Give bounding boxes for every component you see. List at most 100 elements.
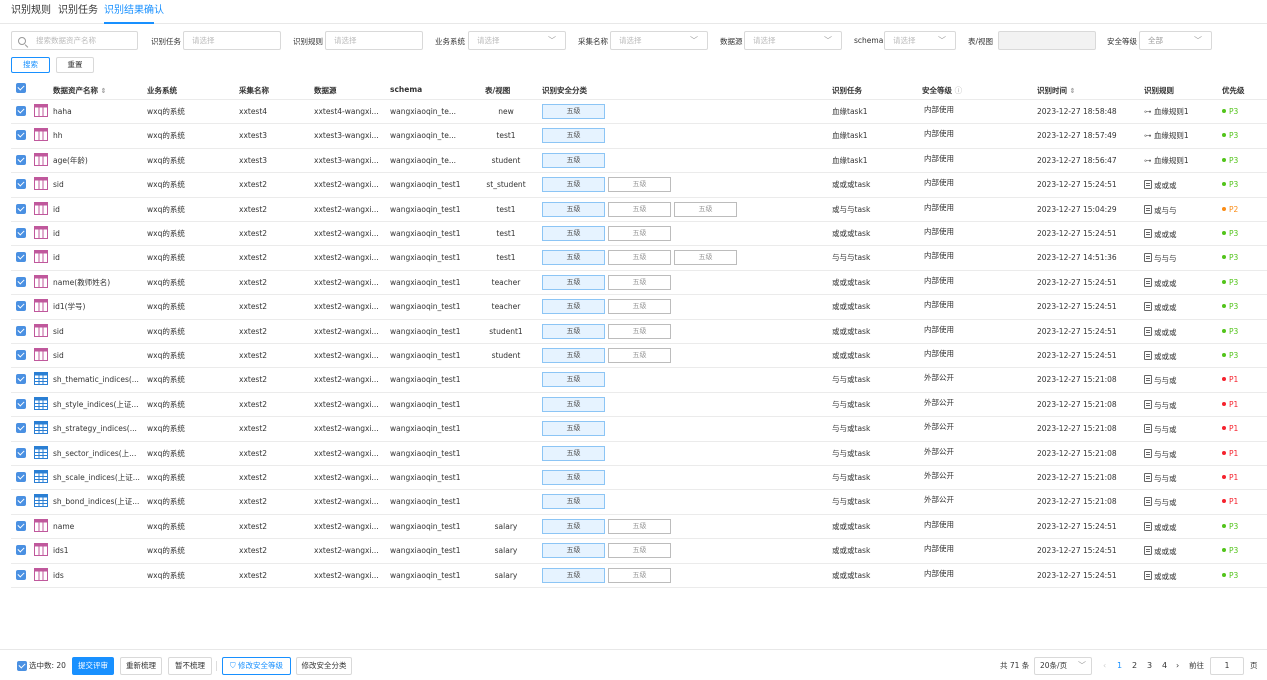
goto-page-input[interactable]: 1 [1210, 657, 1244, 675]
asset-name[interactable]: haha [53, 107, 72, 117]
row-checkbox[interactable] [16, 398, 26, 409]
table-row[interactable]: sh_scale_indices(上证... wxq的系统 xxtest2 xxtes… [11, 466, 1267, 491]
asset-name[interactable]: age(年龄) [53, 156, 88, 166]
asset-name[interactable]: sh_strategy_indices(... [53, 424, 137, 434]
category-tag[interactable]: 五级 [542, 177, 605, 193]
category-tag[interactable]: 五级 [608, 518, 671, 534]
security-level[interactable]: 内部使用 [924, 300, 954, 310]
row-checkbox[interactable] [16, 472, 26, 482]
table-row[interactable]: id wxq的系统 xxtest2 xxtest2-wangxi... wangxiao… [11, 198, 1267, 222]
row-checkbox[interactable] [16, 203, 26, 214]
rule-cell[interactable]: 与与或 [1144, 399, 1177, 411]
asset-name[interactable]: sh_scale_indices(上证... [53, 473, 140, 483]
rule-cell[interactable]: ⊶ 血缘规则1 [1144, 156, 1189, 166]
view-input[interactable] [998, 31, 1096, 50]
rule-cell[interactable]: 或或或 [1144, 351, 1177, 362]
sort-icon[interactable]: ⇕ [101, 87, 107, 95]
select-all-checkbox[interactable] [16, 83, 26, 93]
row-checkbox[interactable] [16, 447, 26, 458]
security-level[interactable]: 内部使用 [924, 129, 954, 139]
asset-name[interactable]: hh [53, 131, 63, 141]
table-row[interactable]: ids1 wxq的系统 xxtest2 xxtest2-wangxi... wangxi… [11, 539, 1267, 564]
security-level[interactable]: 内部使用 [924, 203, 954, 213]
asset-name[interactable]: sh_sector_indices(上... [53, 449, 136, 459]
skip-button[interactable]: 暂不梳理 [168, 657, 212, 675]
rule-cell[interactable]: 或或或 [1144, 521, 1177, 533]
category-tag[interactable]: 五级 [542, 396, 605, 412]
page-1[interactable]: 1 [1117, 661, 1122, 670]
tab-results[interactable]: 识别结果确认 [104, 5, 164, 17]
asset-name[interactable]: sid [53, 180, 64, 190]
security-level[interactable]: 内部使用 [924, 178, 954, 188]
table-row[interactable]: age(年龄) wxq的系统 xxtest3 xxtest3-wangxi... wan… [11, 149, 1267, 174]
rule-cell[interactable]: ⊶ 血缘规则1 [1144, 107, 1189, 117]
rule-cell[interactable]: 与与或 [1144, 473, 1177, 484]
category-tag[interactable]: 五级 [608, 348, 671, 363]
page-4[interactable]: 4 [1162, 661, 1167, 670]
row-checkbox[interactable] [16, 301, 26, 312]
category-tag[interactable]: 五级 [542, 372, 605, 388]
table-row[interactable]: sid wxq的系统 xxtest2 xxtest2-wangxi... wangxia… [11, 173, 1267, 198]
rule-cell[interactable]: ⊶ 血缘规则1 [1144, 131, 1189, 141]
category-tag[interactable]: 五级 [542, 299, 605, 315]
rule-cell[interactable]: 或或或 [1144, 180, 1177, 191]
table-row[interactable]: id wxq的系统 xxtest2 xxtest2-wangxi... wangxiao… [11, 222, 1267, 247]
asset-name[interactable]: name [53, 522, 74, 532]
category-tag[interactable]: 五级 [542, 348, 605, 363]
collect-select[interactable]: 请选择 ﹀ [610, 31, 708, 50]
security-level[interactable]: 内部使用 [924, 227, 954, 237]
category-tag[interactable]: 五级 [542, 226, 605, 241]
table-row[interactable]: sh_sector_indices(上... wxq的系统 xxtest2 xxtes… [11, 442, 1267, 466]
row-checkbox[interactable] [16, 350, 26, 360]
system-select[interactable]: 请选择 ﹀ [468, 31, 566, 50]
rule-cell[interactable]: 与与或 [1144, 424, 1177, 435]
table-row[interactable]: haha wxq的系统 xxtest4 xxtest4-wangxi... wangxi… [11, 100, 1267, 125]
submit-review-button[interactable]: 提交评审 [72, 657, 114, 675]
modify-category-button[interactable]: 修改安全分类 [296, 657, 352, 675]
table-row[interactable]: ids wxq的系统 xxtest2 xxtest2-wangxi... wangxia… [11, 564, 1267, 588]
table-row[interactable]: sh_strategy_indices(... wxq的系统 xxtest2 xxte… [11, 417, 1267, 442]
category-tag[interactable]: 五级 [608, 226, 671, 241]
row-checkbox[interactable] [16, 276, 26, 287]
asset-name[interactable]: name(教师姓名) [53, 278, 110, 288]
table-row[interactable]: id wxq的系统 xxtest2 xxtest2-wangxi... wangxiao… [11, 246, 1267, 271]
search-input[interactable]: 搜索数据资产名称 [11, 31, 138, 50]
category-tag[interactable]: 五级 [608, 567, 671, 583]
reset-button[interactable]: 重置 [56, 57, 94, 73]
asset-name[interactable]: sh_bond_indices(上证... [53, 497, 139, 507]
category-tag[interactable]: 五级 [542, 323, 605, 339]
asset-name[interactable]: id [53, 205, 60, 215]
rule-cell[interactable]: 或或或 [1144, 326, 1177, 338]
security-level[interactable]: 内部使用 [924, 569, 954, 579]
category-tag[interactable]: 五级 [608, 274, 671, 290]
category-tag[interactable]: 五级 [608, 323, 671, 339]
table-row[interactable]: id1(学号) wxq的系统 xxtest2 xxtest2-wangxi... wan… [11, 295, 1267, 320]
modify-level-button[interactable]: ⛉ 修改安全等级 [222, 657, 291, 675]
category-tag[interactable]: 五级 [674, 201, 737, 217]
category-tag[interactable]: 五级 [542, 421, 605, 437]
table-row[interactable]: name wxq的系统 xxtest2 xxtest2-wangxi... wangxi… [11, 515, 1267, 540]
table-row[interactable]: sh_thematic_indices(... wxq的系统 xxtest2 xxte… [11, 368, 1267, 393]
security-level[interactable]: 外部公开 [924, 471, 954, 481]
table-row[interactable]: sh_style_indices(上证... wxq的系统 xxtest2 xxtes… [11, 393, 1267, 418]
row-checkbox[interactable] [16, 106, 26, 116]
security-level[interactable]: 内部使用 [924, 154, 954, 164]
asset-name[interactable]: id [53, 253, 60, 263]
category-tag[interactable]: 五级 [542, 494, 605, 510]
category-tag[interactable]: 五级 [542, 445, 605, 461]
tab-rules[interactable]: 识别规则 [11, 5, 51, 17]
level-select[interactable]: 全部 ﹀ [1139, 31, 1212, 50]
asset-name[interactable]: sid [53, 351, 64, 361]
col-name-header[interactable]: 数据资产名称 ⇕ [53, 85, 107, 96]
category-tag[interactable]: 五级 [608, 250, 671, 266]
category-tag[interactable]: 五级 [542, 250, 605, 266]
category-tag[interactable]: 五级 [674, 250, 737, 266]
category-tag[interactable]: 五级 [542, 518, 605, 534]
security-level[interactable]: 外部公开 [924, 447, 954, 457]
rule-cell[interactable]: 或或或 [1144, 302, 1177, 313]
page-size-select[interactable]: 20条/页 ﹀ [1034, 657, 1092, 675]
row-checkbox[interactable] [16, 325, 26, 336]
category-tag[interactable]: 五级 [542, 543, 605, 559]
row-checkbox[interactable] [16, 496, 26, 507]
row-checkbox[interactable] [16, 569, 26, 580]
